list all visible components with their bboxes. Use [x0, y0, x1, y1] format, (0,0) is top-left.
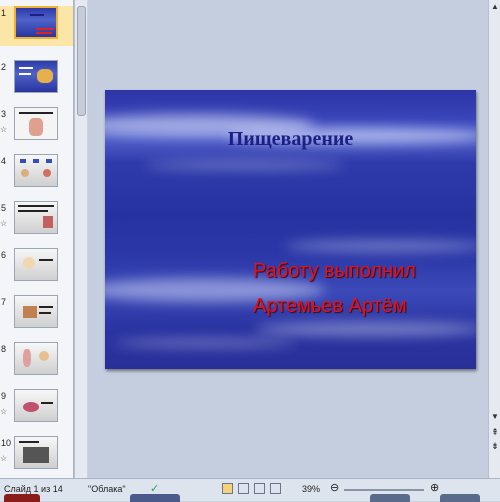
reading-view-icon[interactable]: [254, 483, 265, 494]
thumbnail-image: [14, 389, 58, 422]
animation-star-icon: ☆: [0, 125, 8, 134]
thumbnail-image: [14, 201, 58, 234]
thumbnail-number: 7: [1, 297, 7, 307]
thumbnail-image: [14, 60, 58, 93]
scrollbar-thumb[interactable]: [77, 6, 86, 116]
thumbnail-number: 1: [1, 8, 7, 18]
thumbnail-number: 8: [1, 344, 7, 354]
thumbnail-image: [14, 107, 58, 140]
editor-vertical-scrollbar[interactable]: ▲ ▼ ⇞ ⇟: [488, 0, 500, 478]
thumbnail-slide-9[interactable]: 9 ☆: [0, 389, 73, 429]
thumbnail-image: [14, 154, 58, 187]
author-line-2[interactable]: Артемьев Артём: [253, 295, 407, 318]
normal-view-icon[interactable]: [222, 483, 233, 494]
thumbnail-image: [14, 295, 58, 328]
thumbnail-number: 3: [1, 109, 7, 119]
author-line-1[interactable]: Работу выполнил: [253, 260, 416, 283]
thumbnail-slide-1[interactable]: 1: [0, 6, 73, 46]
next-slide-icon[interactable]: ⇟: [490, 440, 500, 452]
scroll-down-arrow-icon[interactable]: ▼: [491, 412, 499, 421]
previous-slide-icon[interactable]: ⇞: [490, 426, 500, 438]
thumbnail-slide-3[interactable]: 3 ☆: [0, 107, 73, 147]
slide-show-icon[interactable]: [270, 483, 281, 494]
scroll-up-arrow-icon[interactable]: ▲: [491, 2, 499, 11]
thumbnail-number: 6: [1, 250, 7, 260]
thumbnail-number: 2: [1, 62, 7, 72]
thumbnail-slide-7[interactable]: 7: [0, 295, 73, 335]
slide-sorter-view-icon[interactable]: [238, 483, 249, 494]
taskbar-button[interactable]: [130, 494, 180, 502]
taskbar-button[interactable]: [4, 494, 40, 502]
thumbnail-slide-4[interactable]: 4: [0, 154, 73, 194]
thumbnail-number: 5: [1, 203, 7, 213]
slide-title[interactable]: Пищеварение: [105, 128, 476, 151]
thumbnail-slide-2[interactable]: 2: [0, 60, 73, 100]
thumbnail-image: [14, 342, 58, 375]
thumbnail-number: 9: [1, 391, 7, 401]
animation-star-icon: ☆: [0, 407, 8, 416]
taskbar-button[interactable]: [370, 494, 410, 502]
animation-star-icon: ☆: [0, 454, 8, 463]
thumbnail-number: 4: [1, 156, 7, 166]
thumbnail-slide-8[interactable]: 8: [0, 342, 73, 382]
status-bar: Слайд 1 из 14 "Облака" ✓ 39% ⊖ ⊕: [0, 478, 500, 502]
zoom-slider[interactable]: [344, 489, 424, 491]
thumbnail-slide-6[interactable]: 6: [0, 248, 73, 288]
taskbar-button[interactable]: [440, 494, 480, 502]
slide-thumbnail-pane[interactable]: 1 2 3 ☆ 4 5 ☆ 6 7 8 9 ☆ 10 ☆: [0, 0, 74, 478]
thumbnail-image: [14, 248, 58, 281]
animation-star-icon: ☆: [0, 219, 8, 228]
theme-name[interactable]: "Облака": [88, 484, 126, 494]
zoom-in-icon[interactable]: ⊕: [430, 481, 439, 494]
thumbnail-image: [14, 6, 58, 39]
thumbnail-image: [14, 436, 58, 469]
slide-counter: Слайд 1 из 14: [4, 484, 63, 494]
zoom-out-icon[interactable]: ⊖: [330, 481, 339, 494]
thumbnail-slide-10[interactable]: 10 ☆: [0, 436, 73, 476]
thumbnail-number: 10: [1, 438, 12, 448]
thumbnail-slide-5[interactable]: 5 ☆: [0, 201, 73, 241]
thumbnail-scrollbar[interactable]: [74, 0, 87, 478]
zoom-level[interactable]: 39%: [302, 484, 320, 494]
current-slide[interactable]: Пищеварение Работу выполнил Артемьев Арт…: [105, 90, 476, 369]
